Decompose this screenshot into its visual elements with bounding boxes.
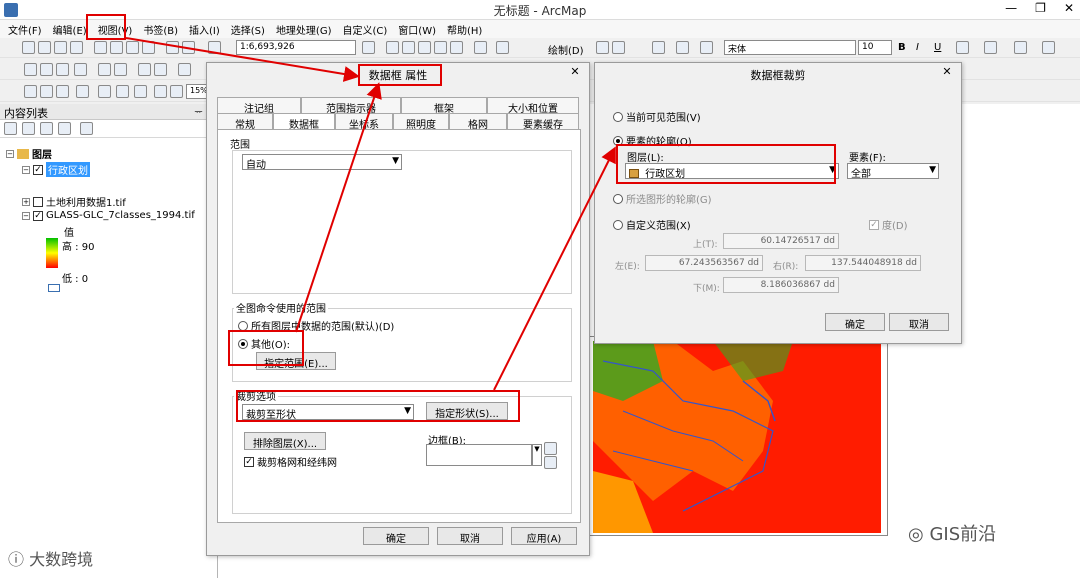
watermark-right-text: GIS前沿 [929,524,997,545]
wechat-icon: ◎ [908,524,924,545]
arrow-shape-to-clipping [493,146,616,391]
arrow-view-to-properties [125,37,360,82]
watermark-logo-icon: ⓘ [8,550,25,569]
annotation-arrows [125,37,616,391]
watermark-left: ⓘ 大数跨境 [8,546,93,570]
watermark-left-text: 大数跨境 [29,550,94,569]
watermark-right: ◎ GIS前沿 [908,520,996,546]
arrow-other-to-properties [295,82,382,333]
